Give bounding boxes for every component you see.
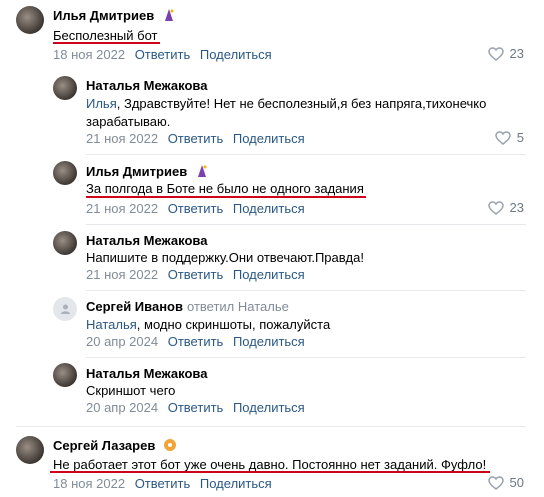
comment-meta: 18 ноя 2022 Ответить Поделиться <box>53 476 272 491</box>
reply-button[interactable]: Ответить <box>168 400 224 415</box>
comment-meta: 21 ноя 2022 Ответить Поделиться <box>86 267 305 282</box>
reply-button[interactable]: Ответить <box>168 267 224 282</box>
comment-date[interactable]: 21 ноя 2022 <box>86 267 158 282</box>
comment-meta: 20 апр 2024 Ответить Поделиться <box>86 334 305 349</box>
share-button[interactable]: Поделиться <box>200 47 272 62</box>
avatar[interactable] <box>53 297 77 321</box>
highlight-underline <box>50 471 490 473</box>
share-button[interactable]: Поделиться <box>233 131 305 146</box>
donut-badge-icon <box>163 438 177 455</box>
heart-icon <box>487 46 504 61</box>
comment-author[interactable]: Наталья Межакова <box>86 78 207 93</box>
comment-text-line: зарабатываю. <box>86 114 171 129</box>
comment-author[interactable]: Сергей Иванов ответил Наталье <box>86 299 289 314</box>
mention-link[interactable]: Илья <box>86 96 117 111</box>
divider <box>86 290 526 291</box>
share-button[interactable]: Поделиться <box>200 476 272 491</box>
comment-meta: 21 ноя 2022 Ответить Поделиться <box>86 201 305 216</box>
like-count: 5 <box>516 130 524 145</box>
avatar[interactable] <box>16 6 44 34</box>
comment-date[interactable]: 20 апр 2024 <box>86 400 158 415</box>
like-count: 23 <box>509 200 524 215</box>
reply-button[interactable]: Ответить <box>135 476 191 491</box>
divider <box>86 357 526 358</box>
heart-icon <box>487 200 504 215</box>
comment-author[interactable]: Илья Дмитриев <box>53 8 176 25</box>
comment-text: Наталья, модно скриншоты, пожалуйста <box>86 317 331 332</box>
comment-text: Напишите в поддержку.Они отвечают.Правда… <box>86 250 364 265</box>
reply-button[interactable]: Ответить <box>168 131 224 146</box>
like-count: 23 <box>509 46 524 61</box>
comment-date[interactable]: 21 ноя 2022 <box>86 131 158 146</box>
reply-button[interactable]: Ответить <box>135 47 191 62</box>
comment-text: Илья, Здравствуйте! Нет не бесполезный,я… <box>86 96 487 111</box>
heart-icon <box>487 475 504 490</box>
avatar[interactable] <box>53 76 77 100</box>
comment-author[interactable]: Наталья Межакова <box>86 233 207 248</box>
reply-button[interactable]: Ответить <box>168 334 224 349</box>
comment-meta: 21 ноя 2022 Ответить Поделиться <box>86 131 305 146</box>
divider <box>16 426 526 427</box>
comment-author[interactable]: Сергей Лазарев <box>53 438 177 455</box>
share-button[interactable]: Поделиться <box>233 201 305 216</box>
avatar[interactable] <box>53 231 77 255</box>
like-button[interactable]: 5 <box>495 130 524 145</box>
heart-icon <box>495 130 511 145</box>
comment-date[interactable]: 21 ноя 2022 <box>86 201 158 216</box>
like-button[interactable]: 23 <box>487 46 524 61</box>
share-button[interactable]: Поделиться <box>233 267 305 282</box>
highlight-underline <box>53 42 160 44</box>
avatar[interactable] <box>53 363 77 387</box>
like-count: 50 <box>509 475 524 490</box>
divider <box>86 224 526 225</box>
like-button[interactable]: 23 <box>487 200 524 215</box>
comment-meta: 18 ноя 2022 Ответить Поделиться <box>53 47 272 62</box>
comment-author[interactable]: Наталья Межакова <box>86 366 207 381</box>
divider <box>86 154 526 155</box>
wizard-badge-icon <box>162 8 176 25</box>
like-button[interactable]: 50 <box>487 475 524 490</box>
reply-to-label[interactable]: ответил Наталье <box>187 299 289 314</box>
share-button[interactable]: Поделиться <box>233 334 305 349</box>
avatar[interactable] <box>16 436 44 464</box>
comment-text: Скриншот чего <box>86 383 176 398</box>
avatar[interactable] <box>53 161 77 185</box>
share-button[interactable]: Поделиться <box>233 400 305 415</box>
highlight-underline <box>86 196 366 198</box>
comment-date[interactable]: 20 апр 2024 <box>86 334 158 349</box>
user-placeholder-icon <box>61 304 70 314</box>
mention-link[interactable]: Наталья <box>86 317 137 332</box>
comment-date[interactable]: 18 ноя 2022 <box>53 476 125 491</box>
reply-button[interactable]: Ответить <box>168 201 224 216</box>
comment-meta: 20 апр 2024 Ответить Поделиться <box>86 400 305 415</box>
comment-date[interactable]: 18 ноя 2022 <box>53 47 125 62</box>
